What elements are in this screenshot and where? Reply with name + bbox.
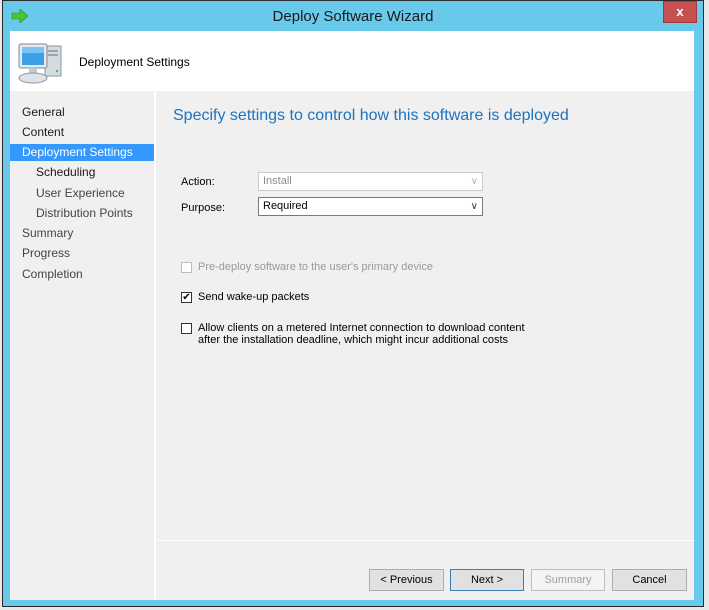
nav-item-scheduling[interactable]: Scheduling [10, 164, 154, 181]
nav-item-general[interactable]: General [10, 104, 154, 121]
nav-item-deployment-settings[interactable]: Deployment Settings [10, 144, 154, 161]
summary-button: Summary [531, 569, 605, 591]
window-title: Deploy Software Wizard [272, 8, 434, 25]
title-bar[interactable]: Deploy Software Wizard x [3, 1, 703, 32]
cancel-button[interactable]: Cancel [612, 569, 687, 591]
chevron-down-icon: ∨ [470, 176, 478, 187]
wizard-client-area: Deployment Settings General Content Depl… [10, 31, 694, 600]
action-label: Action: [181, 176, 215, 188]
nav-item-progress[interactable]: Progress [10, 245, 154, 262]
nav-item-content[interactable]: Content [10, 124, 154, 141]
predeploy-label: Pre-deploy software to the user's primar… [198, 261, 434, 273]
action-dropdown: Install ∨ [258, 172, 483, 191]
page-heading: Specify settings to control how this sof… [173, 107, 569, 124]
metered-checkbox[interactable] [181, 323, 192, 334]
next-button[interactable]: Next > [450, 569, 524, 591]
wizard-window: Deploy Software Wizard x Deployment Sett… [2, 0, 704, 607]
predeploy-checkbox [181, 262, 192, 273]
purpose-label: Purpose: [181, 202, 226, 214]
settings-panel: Specify settings to control how this sof… [156, 91, 694, 536]
nav-item-summary[interactable]: Summary [10, 225, 154, 242]
wizard-header: Deployment Settings [10, 31, 694, 91]
close-button[interactable]: x [663, 1, 697, 23]
previous-button[interactable]: < Previous [369, 569, 444, 591]
wakeup-checkbox[interactable]: ✔ [181, 292, 192, 303]
chevron-down-icon[interactable]: ∨ [471, 198, 478, 215]
nav-item-user-experience[interactable]: User Experience [10, 185, 154, 202]
purpose-dropdown[interactable]: Required ∨ [258, 197, 483, 216]
button-bar-divider [156, 540, 694, 541]
wakeup-label[interactable]: Send wake-up packets [198, 291, 538, 303]
checkmark-icon: ✔ [182, 292, 191, 303]
computer-icon [18, 43, 62, 84]
nav-item-distribution-points[interactable]: Distribution Points [10, 205, 154, 222]
action-value: Install [263, 175, 292, 187]
purpose-value: Required [263, 200, 308, 212]
wizard-nav: General Content Deployment Settings Sche… [10, 91, 154, 600]
nav-item-completion[interactable]: Completion [10, 266, 154, 283]
header-title: Deployment Settings [79, 55, 190, 69]
metered-label[interactable]: Allow clients on a metered Internet conn… [198, 322, 538, 346]
